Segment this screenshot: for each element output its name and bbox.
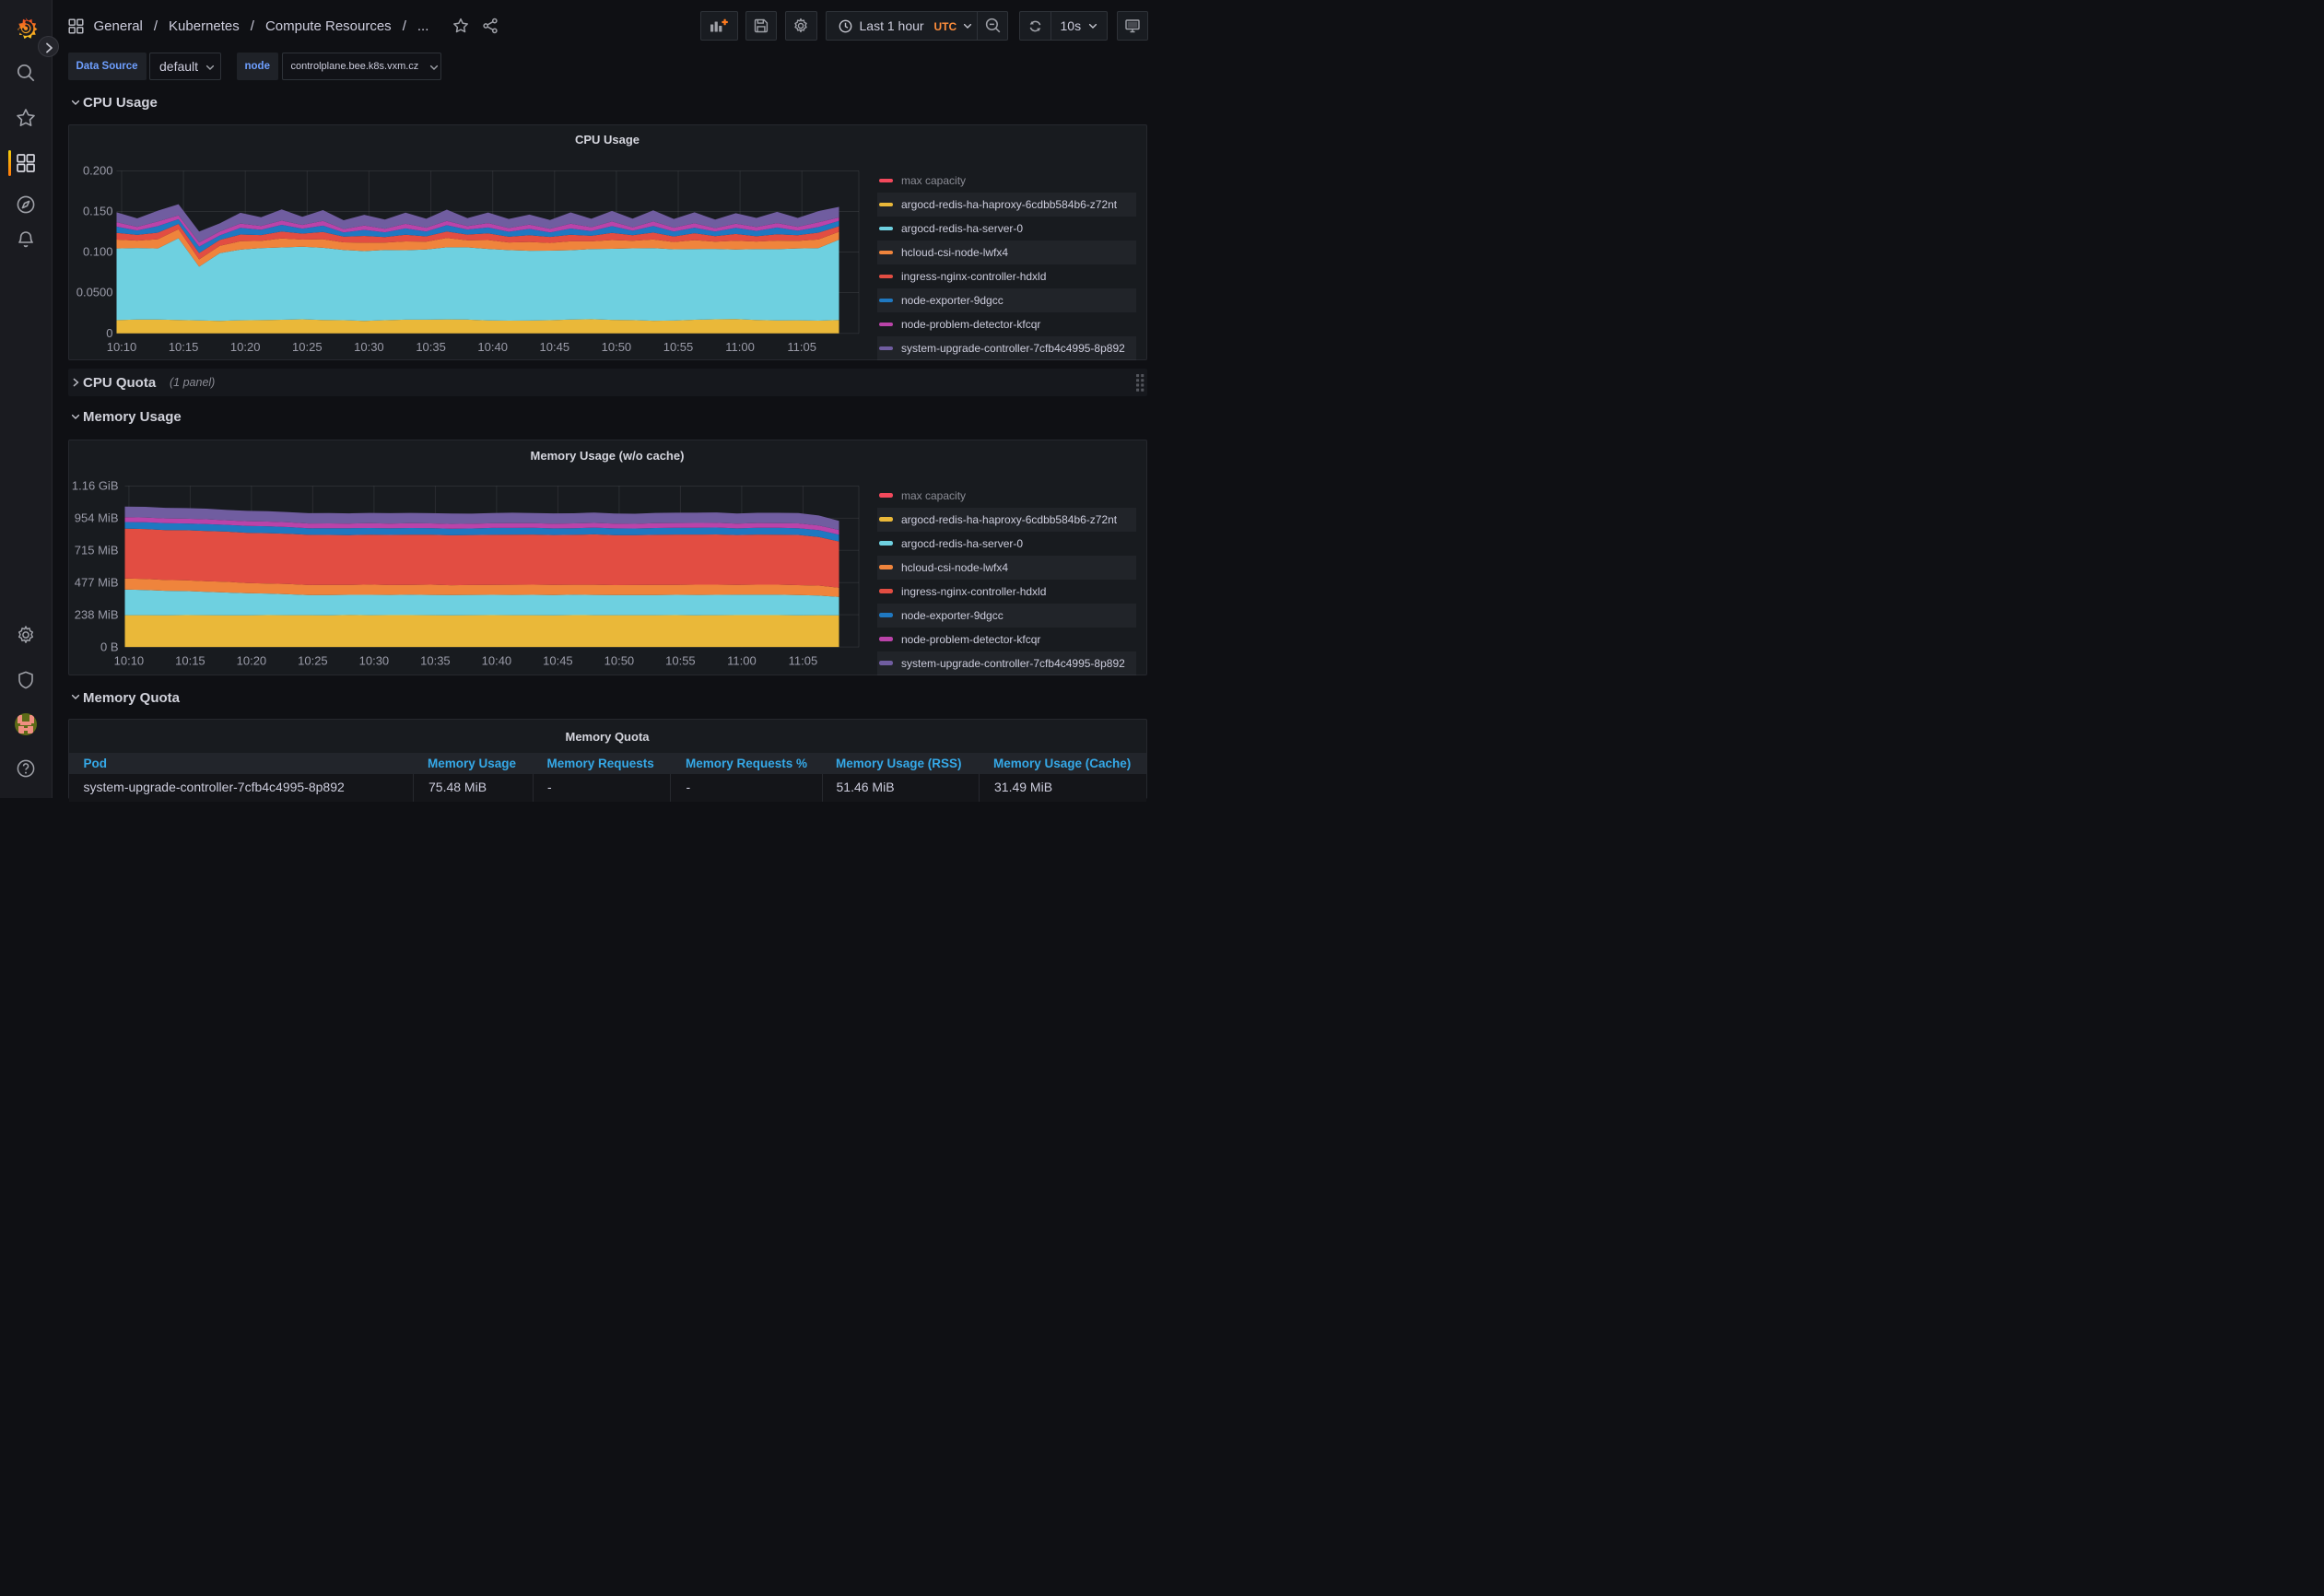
svg-text:10:45: 10:45 bbox=[543, 654, 573, 668]
svg-text:11:05: 11:05 bbox=[787, 340, 816, 354]
svg-text:10:15: 10:15 bbox=[168, 340, 198, 354]
svg-text:10:15: 10:15 bbox=[175, 654, 205, 668]
svg-text:0: 0 bbox=[106, 326, 112, 340]
svg-text:0.0500: 0.0500 bbox=[76, 285, 112, 299]
svg-text:11:00: 11:00 bbox=[727, 654, 757, 668]
svg-text:10:35: 10:35 bbox=[420, 654, 451, 668]
svg-text:10:50: 10:50 bbox=[604, 654, 634, 668]
svg-text:0.100: 0.100 bbox=[82, 244, 112, 258]
svg-text:10:10: 10:10 bbox=[106, 340, 136, 354]
svg-text:715 MiB: 715 MiB bbox=[74, 544, 118, 557]
svg-text:10:45: 10:45 bbox=[539, 340, 569, 354]
svg-text:11:00: 11:00 bbox=[725, 340, 755, 354]
svg-text:10:40: 10:40 bbox=[481, 654, 511, 668]
svg-text:10:55: 10:55 bbox=[665, 654, 696, 668]
svg-text:238 MiB: 238 MiB bbox=[74, 607, 118, 621]
svg-text:10:20: 10:20 bbox=[229, 340, 260, 354]
svg-text:10:10: 10:10 bbox=[113, 654, 144, 668]
svg-text:10:35: 10:35 bbox=[416, 340, 446, 354]
svg-text:10:25: 10:25 bbox=[298, 654, 328, 668]
svg-text:477 MiB: 477 MiB bbox=[74, 575, 118, 589]
svg-text:10:20: 10:20 bbox=[236, 654, 266, 668]
svg-text:10:50: 10:50 bbox=[601, 340, 631, 354]
svg-text:0 B: 0 B bbox=[100, 640, 118, 653]
svg-text:11:05: 11:05 bbox=[788, 654, 817, 668]
svg-text:10:40: 10:40 bbox=[477, 340, 508, 354]
svg-text:10:30: 10:30 bbox=[358, 654, 389, 668]
svg-text:0.150: 0.150 bbox=[82, 204, 112, 217]
svg-text:10:25: 10:25 bbox=[292, 340, 323, 354]
svg-text:0.200: 0.200 bbox=[82, 163, 112, 177]
svg-text:954 MiB: 954 MiB bbox=[74, 511, 118, 525]
svg-text:10:30: 10:30 bbox=[354, 340, 384, 354]
svg-text:1.16 GiB: 1.16 GiB bbox=[71, 479, 118, 493]
svg-text:10:55: 10:55 bbox=[663, 340, 693, 354]
